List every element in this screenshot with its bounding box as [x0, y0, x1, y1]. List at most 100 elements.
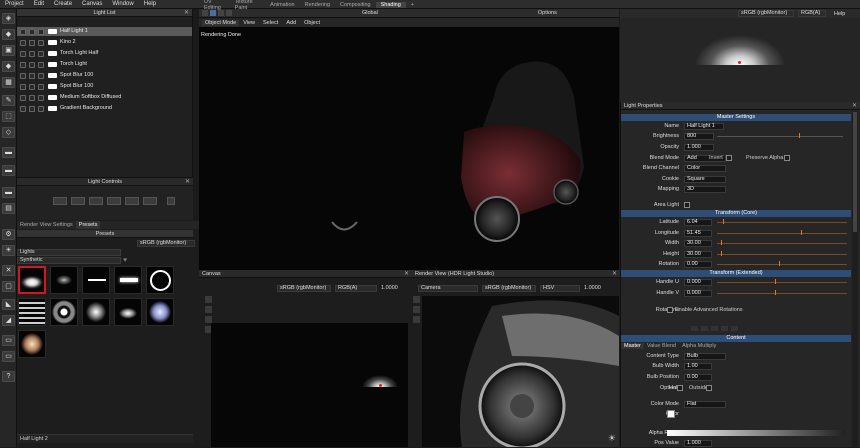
global-select[interactable]: Global [362, 10, 378, 16]
tab-master[interactable]: Master [621, 343, 644, 349]
preset-strip[interactable] [82, 266, 110, 294]
handle-u-field[interactable]: 0.000 [684, 279, 712, 286]
master-settings-section[interactable]: Master Settings [621, 114, 851, 121]
lock-icon[interactable] [38, 61, 44, 68]
rotation-handle[interactable] [779, 261, 780, 266]
zoom-icon[interactable] [413, 316, 420, 323]
visibility-icon[interactable] [20, 61, 26, 68]
visibility-icon[interactable] [20, 94, 26, 101]
alpha-ramp-gradient[interactable] [667, 430, 845, 436]
close-icon[interactable]: ✕ [185, 178, 190, 186]
tag-icon[interactable] [125, 197, 139, 205]
arrow-icon[interactable] [691, 326, 698, 331]
tab-uv-editing[interactable]: UV Editing [199, 0, 230, 11]
handle-v-slider[interactable] [717, 293, 847, 294]
tool-icon-11[interactable]: ▬ [2, 187, 15, 198]
menu-add[interactable]: Add [282, 20, 300, 26]
close-icon[interactable]: ✕ [852, 102, 857, 110]
handle-u-handle[interactable] [775, 279, 776, 284]
area-light-checkbox[interactable] [684, 202, 690, 208]
preset-ring[interactable] [146, 266, 174, 294]
heart-icon[interactable]: ♥ [123, 257, 127, 264]
move-icon[interactable] [53, 197, 67, 205]
color-swatch[interactable] [667, 410, 675, 418]
lock-icon[interactable] [38, 28, 44, 35]
preset-spot-soft[interactable] [82, 298, 110, 326]
rotate-icon[interactable] [71, 197, 85, 205]
preset-strip-thick[interactable] [114, 266, 142, 294]
fit-icon[interactable] [205, 316, 212, 323]
solo-icon[interactable] [29, 39, 35, 46]
longitude-field[interactable]: 51.45 [684, 230, 712, 237]
help-icon[interactable]: ? [2, 371, 15, 382]
lock-icon[interactable] [38, 105, 44, 112]
tool-icon-20[interactable]: ▭ [2, 351, 15, 362]
tool-icon-7[interactable]: ⬚ [2, 111, 15, 122]
name-field[interactable]: Half Light 1 [684, 123, 724, 130]
transform-icon[interactable] [143, 197, 157, 205]
tool-icon-9[interactable]: ▬ [2, 147, 15, 158]
preset-spot-half[interactable] [114, 298, 142, 326]
move-icon[interactable] [413, 306, 420, 313]
arrow-icon[interactable] [701, 326, 708, 331]
tab-animation[interactable]: Animation [265, 2, 299, 8]
tab-render-view-settings[interactable]: Render View Settings [17, 221, 76, 229]
menu-help[interactable]: Help [139, 1, 161, 7]
transform-extended-section[interactable]: Transform (Extended) [621, 270, 851, 277]
width-handle[interactable] [721, 240, 722, 245]
visibility-icon[interactable] [20, 39, 26, 46]
menu-project[interactable]: Project [0, 1, 29, 7]
cookie-select[interactable]: Square [684, 176, 726, 183]
render-colorspace-select[interactable]: sRGB (rgbMonitor) [482, 285, 536, 292]
width-slider[interactable] [717, 243, 847, 244]
preset-spot-warm[interactable] [18, 330, 46, 358]
preserve-alpha-checkbox[interactable] [784, 155, 790, 161]
tool-icon-2[interactable]: ◆ [2, 29, 15, 40]
tool-icon-5[interactable]: ▦ [2, 77, 15, 88]
canvas-view[interactable] [211, 323, 408, 447]
tool-icon-6[interactable]: ✎ [2, 95, 15, 106]
preset-half-light-1[interactable] [18, 266, 46, 294]
latitude-handle[interactable] [723, 219, 724, 224]
arrow-icon[interactable] [731, 326, 738, 331]
tool-icon-13[interactable]: ⚙ [2, 229, 15, 240]
tab-presets[interactable]: Presets [75, 221, 101, 229]
cursor-icon[interactable] [202, 10, 208, 16]
light-list-item[interactable]: Torch Light Half [17, 49, 192, 58]
preset-spot-blue[interactable] [146, 298, 174, 326]
tab-value-blend[interactable]: Value Blend [644, 343, 679, 349]
tool-a-icon[interactable] [218, 10, 224, 16]
light-list-item[interactable]: Spot Blur 100 [17, 82, 192, 91]
invert-checkbox[interactable] [726, 155, 732, 161]
bulb-width-field[interactable]: 1.00 [684, 363, 712, 370]
rotation-field[interactable]: 0.00 [684, 261, 712, 268]
tab-rendering[interactable]: Rendering [300, 2, 335, 8]
menu-canvas[interactable]: Canvas [77, 1, 107, 7]
select-icon[interactable] [210, 10, 216, 16]
add-workspace-button[interactable]: + [406, 2, 419, 8]
light-marker[interactable] [379, 384, 382, 387]
close-icon[interactable]: ✕ [612, 270, 617, 278]
arrow-icon[interactable] [711, 326, 718, 331]
canvas-channels-select[interactable]: RGB(A) [335, 285, 377, 292]
menu-window[interactable]: Window [107, 1, 138, 7]
lock-icon[interactable] [38, 39, 44, 46]
tab-shading[interactable]: Shading [375, 1, 406, 8]
visibility-icon[interactable] [20, 105, 26, 112]
tool-icon-12[interactable]: ▤ [2, 203, 15, 214]
handle-v-handle[interactable] [775, 290, 776, 295]
close-icon[interactable]: ✕ [184, 9, 189, 17]
arrow-icon[interactable] [721, 326, 728, 331]
lock-icon[interactable] [38, 94, 44, 101]
light-list-item[interactable]: Kino 2 [17, 38, 192, 47]
menu-object[interactable]: Object [300, 20, 324, 26]
light-list-item[interactable]: Medium Softbox Diffused [17, 93, 192, 102]
content-section[interactable]: Content [621, 335, 851, 342]
lock-icon[interactable] [38, 83, 44, 90]
ramp-value-field[interactable]: 1.000 [684, 440, 712, 447]
object-mode-select[interactable]: Object Mode [202, 19, 240, 26]
canvas-exposure-value[interactable]: 1.0000 [381, 285, 398, 292]
align-icon[interactable] [107, 197, 121, 205]
presets-category-select[interactable]: Lights [17, 249, 121, 256]
visibility-icon[interactable] [20, 83, 26, 90]
